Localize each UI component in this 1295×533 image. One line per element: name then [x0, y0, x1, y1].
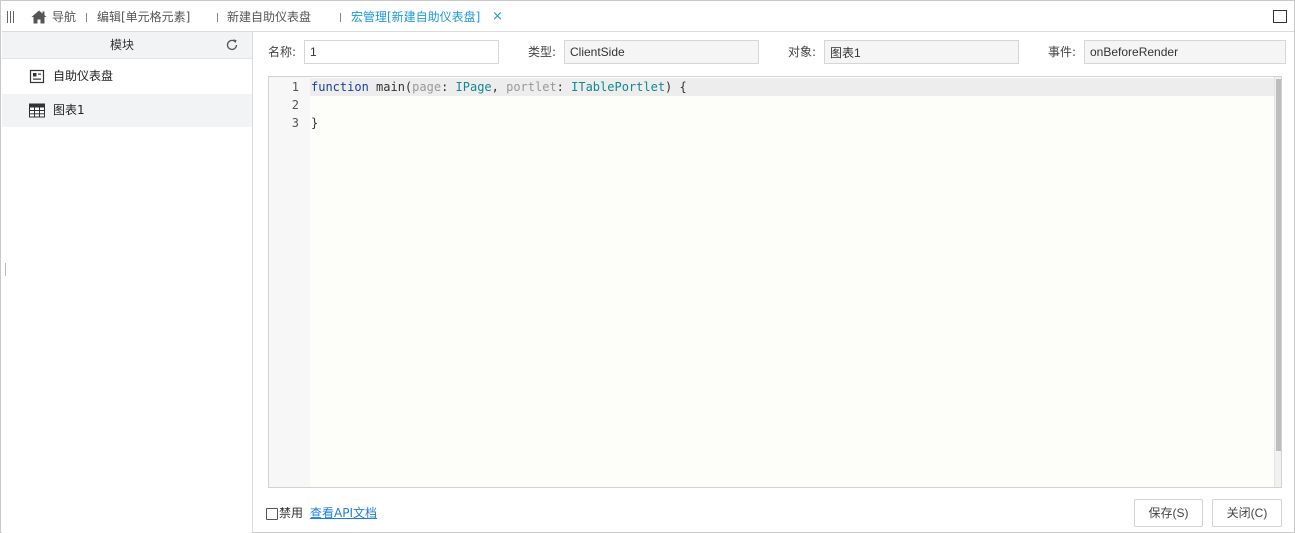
maximize-icon[interactable]	[1273, 10, 1287, 23]
line-number: 2	[291, 98, 299, 112]
table-icon	[29, 103, 45, 118]
tree-item-label: 图表1	[53, 103, 85, 117]
code-text: ) {	[665, 80, 687, 94]
home-icon[interactable]	[31, 10, 47, 24]
code-param: page	[412, 80, 442, 94]
tab-macro-manager[interactable]: 宏管理[新建自助仪表盘]	[351, 2, 480, 32]
code-param: portlet	[506, 80, 557, 94]
tree-item-label: 自助仪表盘	[53, 69, 114, 83]
module-panel: 模块 自助仪表盘 图表1	[2, 32, 253, 533]
refresh-icon[interactable]	[225, 38, 239, 52]
code-text: :	[556, 80, 572, 94]
editor-scrollbar[interactable]	[1274, 77, 1281, 487]
tree-item-chart1[interactable]: 图表1	[2, 94, 252, 127]
disable-checkbox[interactable]	[266, 508, 278, 520]
close-button[interactable]: 关闭(C)	[1212, 499, 1282, 527]
disable-checkbox-label[interactable]: 禁用	[279, 506, 303, 520]
close-tab-icon[interactable]: ×	[492, 2, 503, 32]
code-text: ,	[491, 80, 507, 94]
tab-separator	[217, 13, 218, 22]
name-label: 名称:	[268, 45, 297, 59]
name-input[interactable]	[304, 40, 499, 64]
event-label: 事件:	[1048, 45, 1077, 59]
macro-manager-window: 导航 编辑[单元格元素] 新建自助仪表盘 宏管理[新建自助仪表盘] × 模块 自	[0, 0, 1295, 533]
line-number: 1	[291, 80, 299, 94]
tab-edit-cell-element[interactable]: 编辑[单元格元素]	[97, 2, 190, 32]
view-api-docs-link[interactable]: 查看API文档	[310, 506, 377, 520]
tab-separator	[340, 13, 341, 22]
tab-separator	[86, 13, 87, 22]
tree-item-dashboard[interactable]: 自助仪表盘	[2, 60, 252, 93]
object-field	[824, 40, 1019, 64]
code-line[interactable]: function main(page: IPage, portlet: ITab…	[311, 78, 687, 96]
type-label: 类型:	[528, 45, 557, 59]
tab-navigation[interactable]: 导航	[52, 2, 76, 32]
event-field	[1084, 40, 1286, 64]
code-type: IPage	[455, 80, 492, 94]
scrollbar-thumb[interactable]	[1276, 79, 1281, 451]
tab-new-dashboard[interactable]: 新建自助仪表盘	[227, 2, 311, 32]
code-keyword: function	[311, 80, 369, 94]
save-button[interactable]: 保存(S)	[1134, 499, 1203, 527]
dashboard-icon	[29, 69, 45, 84]
type-field	[564, 40, 759, 64]
code-text: :	[441, 80, 456, 94]
panel-splitter-handle[interactable]	[5, 263, 6, 276]
code-text: main(	[368, 80, 413, 94]
line-number-gutter: 1 2 3	[269, 77, 310, 487]
code-line[interactable]: }	[311, 114, 318, 132]
code-type: ITablePortlet	[571, 80, 666, 94]
tab-bar: 导航 编辑[单元格元素] 新建自助仪表盘 宏管理[新建自助仪表盘] ×	[2, 2, 1294, 32]
object-label: 对象:	[788, 45, 817, 59]
line-number: 3	[291, 116, 299, 130]
module-panel-title: 模块	[109, 38, 134, 52]
code-editor[interactable]: 1 2 3 function main(page: IPage, portlet…	[268, 76, 1282, 488]
module-panel-header: 模块	[2, 32, 252, 59]
menu-toggle-icon[interactable]	[7, 11, 17, 23]
